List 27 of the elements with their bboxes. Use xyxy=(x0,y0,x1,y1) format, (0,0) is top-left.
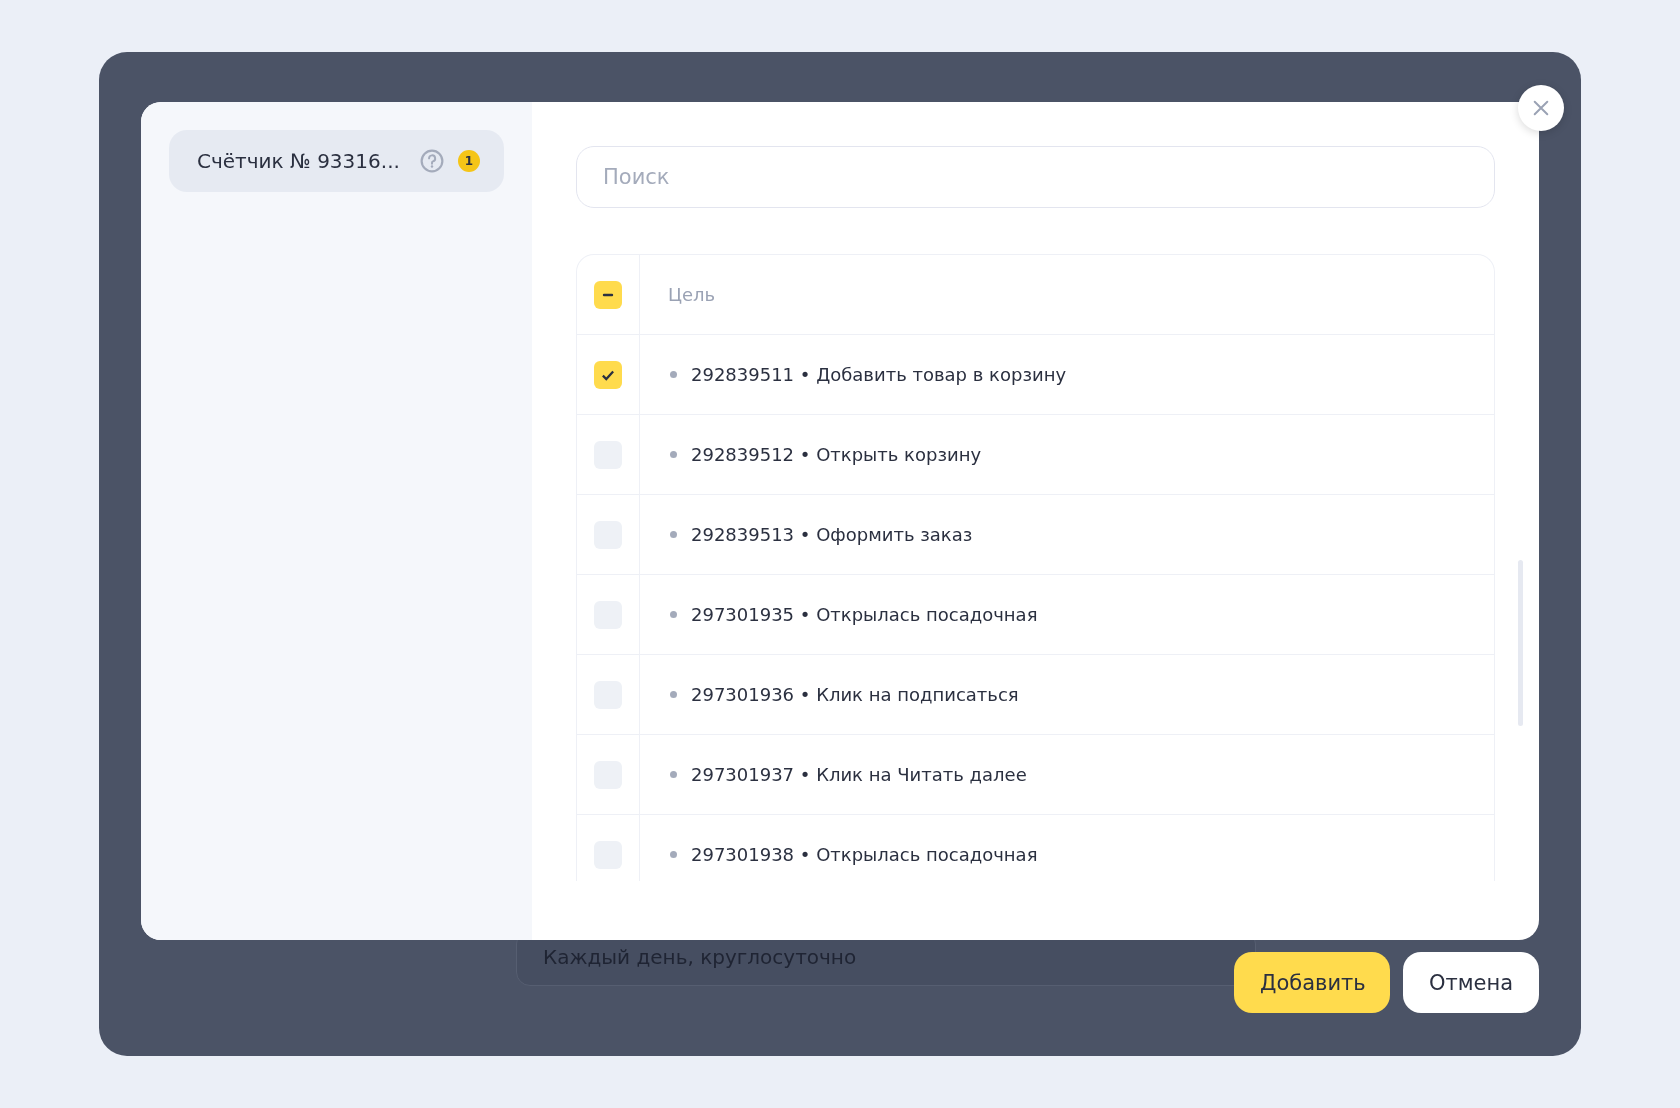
goal-name: 292839513 • Оформить заказ xyxy=(691,524,973,545)
goal-name: 292839512 • Открыть корзину xyxy=(691,444,982,465)
goal-name: 297301937 • Клик на Читать далее xyxy=(691,764,1027,785)
bullet-icon xyxy=(670,531,677,538)
add-button[interactable]: Добавить xyxy=(1234,952,1390,1013)
bullet-icon xyxy=(670,771,677,778)
count-badge: 1 xyxy=(457,150,480,172)
row-checkbox[interactable] xyxy=(594,360,622,389)
help-icon[interactable] xyxy=(419,149,444,173)
close-button[interactable] xyxy=(1518,85,1564,131)
goal-name: 292839511 • Добавить товар в корзину xyxy=(691,364,1067,385)
bullet-icon xyxy=(670,611,677,618)
column-header: Цель xyxy=(668,284,716,305)
close-icon xyxy=(1532,99,1550,117)
counter-label: Счётчик № 93316... xyxy=(197,149,400,173)
select-all-checkbox[interactable] xyxy=(594,280,622,309)
bullet-icon xyxy=(670,371,677,378)
goal-name: 297301936 • Клик на подписаться xyxy=(691,684,1019,705)
bullet-icon xyxy=(670,851,677,858)
cancel-button[interactable]: Отмена xyxy=(1403,952,1539,1013)
bullet-icon xyxy=(670,451,677,458)
counter-tab[interactable]: Счётчик № 93316... 1 xyxy=(169,130,504,192)
goal-name: 297301938 • Открылась посадочная xyxy=(691,844,1038,865)
scrollbar[interactable] xyxy=(1518,560,1523,726)
goal-name: 297301935 • Открылась посадочная xyxy=(691,604,1038,625)
bullet-icon xyxy=(670,691,677,698)
search-field[interactable]: Поиск xyxy=(576,146,1495,208)
